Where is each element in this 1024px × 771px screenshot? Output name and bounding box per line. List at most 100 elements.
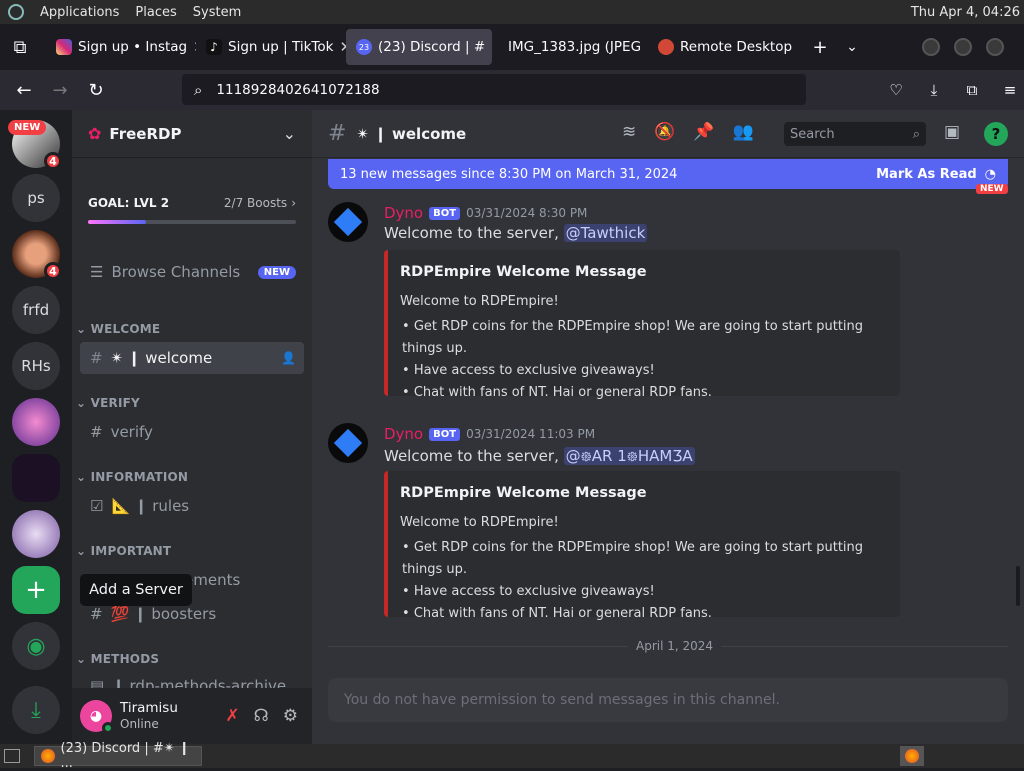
download-icon[interactable]: ⤓ [918, 74, 950, 106]
category-welcome[interactable]: ⌄ WELCOME [76, 322, 160, 336]
channel-rules[interactable]: ☑ 📐 ❙ rules [80, 490, 304, 522]
mute-notifications-icon[interactable]: 🔕 [654, 122, 675, 142]
category-important[interactable]: ⌄ IMPORTANT [76, 544, 171, 558]
member-list-icon[interactable]: 👥 [733, 122, 754, 142]
message-author[interactable]: Dyno [384, 425, 423, 443]
reload-icon[interactable]: ↻ [80, 74, 112, 106]
os-logo-icon[interactable] [8, 4, 24, 20]
add-server-button[interactable]: + [12, 566, 60, 614]
channel-welcome[interactable]: # ✴ ❙ welcome 👤 [80, 342, 304, 374]
headphones-icon[interactable]: ☊ [254, 706, 269, 726]
mark-as-read-button[interactable]: Mark As Read [876, 167, 977, 182]
browser-tab-instagram[interactable]: Sign up • Instag ✕ [46, 29, 196, 65]
boost-count: 2/7 Boosts [223, 196, 288, 210]
list-item-text: Have access to exclusive giveaways! [413, 584, 655, 599]
inbox-icon[interactable]: ▣ [944, 122, 960, 142]
show-desktop-icon[interactable] [4, 749, 20, 763]
boost-goal[interactable]: GOAL: LVL 2 2/7 Boosts › [88, 196, 296, 224]
help-icon[interactable]: ? [984, 122, 1008, 146]
browse-channels-label: Browse Channels [111, 263, 241, 281]
invite-icon[interactable]: 👤 [281, 351, 296, 365]
threads-icon[interactable]: ≋ [622, 122, 636, 142]
server-icon-6[interactable] [12, 398, 60, 446]
server-icon-3[interactable]: 4 [12, 230, 62, 280]
tab-list-icon[interactable]: ⧉ [4, 31, 36, 63]
avatar[interactable] [328, 423, 368, 463]
taskbar-task-discord[interactable]: (23) Discord | #✴ ❙ ... [34, 741, 202, 771]
new-tab-icon[interactable]: + [804, 31, 836, 63]
username[interactable]: Tiramisu [120, 700, 178, 716]
mute-microphone-icon[interactable]: ✗ [225, 706, 239, 726]
window-close-icon[interactable] [986, 38, 1004, 56]
hash-icon: # [90, 423, 103, 441]
category-label: INFORMATION [90, 470, 189, 484]
category-information[interactable]: ⌄ INFORMATION [76, 470, 188, 484]
embed-list: • Get RDP coins for the RDPEmpire shop! … [402, 537, 900, 625]
new-messages-banner[interactable]: 13 new messages since 8:30 PM on March 3… [328, 159, 1008, 189]
message-body: Welcome to the server, [384, 224, 559, 242]
message-composer: You do not have permission to send messa… [328, 678, 1008, 722]
scrollbar-thumb[interactable] [1016, 566, 1020, 606]
tab-label: IMG_1383.jpg (JPEG [508, 39, 642, 55]
os-menu-applications[interactable]: Applications [40, 5, 119, 20]
mention-badge: 4 [44, 262, 62, 280]
hash-icon: # [328, 121, 347, 146]
channel-verify[interactable]: # verify [80, 416, 304, 448]
browse-channels[interactable]: ☰ Browse Channels NEW [80, 256, 304, 288]
message-author[interactable]: Dyno [384, 204, 423, 222]
search-input[interactable]: Search ⌕ [784, 122, 926, 146]
firefox-icon [905, 749, 919, 763]
embed-list: • Get RDP coins for the RDPEmpire shop! … [402, 316, 900, 404]
embed-intro: Welcome to RDPEmpire! [400, 515, 559, 530]
list-item: • Get RDP coins for the RDPEmpire shop! … [402, 540, 864, 577]
server-header[interactable]: ✿ FreeRDP ⌄ [72, 110, 312, 158]
url-bar[interactable]: ⌕ 1118928402641072188 [182, 74, 806, 105]
list-item-text: Get RDP coins for the RDPEmpire shop! We… [402, 540, 864, 577]
workspace-switcher[interactable] [900, 746, 924, 766]
os-menu-places[interactable]: Places [135, 5, 176, 20]
os-menu-system[interactable]: System [193, 5, 241, 20]
avatar[interactable] [328, 202, 368, 242]
menu-icon[interactable]: ≡ [994, 74, 1024, 106]
embed-title: RDPEmpire Welcome Message [400, 485, 647, 501]
download-apps-icon[interactable]: ⤓ [12, 686, 60, 734]
embed-title: RDPEmpire Welcome Message [400, 264, 647, 280]
pocket-icon[interactable]: ♡ [880, 74, 912, 106]
list-item-text: Chat with fans of NT. Hai or general RDP… [413, 606, 712, 621]
back-icon[interactable]: ← [8, 74, 40, 106]
category-verify[interactable]: ⌄ VERIFY [76, 396, 140, 410]
composer-placeholder: You do not have permission to send messa… [344, 692, 780, 708]
pin-icon[interactable]: 📌 [693, 122, 714, 142]
browser-tab-remote-desktop[interactable]: Remote Desktop ✕ [648, 29, 798, 65]
explore-servers-icon[interactable]: ◉ [12, 622, 60, 670]
search-placeholder: Search [790, 126, 835, 142]
user-mention[interactable]: @Tawthick [563, 224, 648, 242]
extensions-icon[interactable]: ⧉ [956, 74, 988, 106]
tab-label: (23) Discord | # [378, 39, 486, 55]
chevron-down-icon[interactable]: ⌄ [836, 31, 868, 63]
avatar[interactable]: ◕ [80, 700, 114, 734]
message-timestamp: 03/31/2024 8:30 PM [466, 206, 588, 220]
mark-read-icon: ◔ [984, 166, 996, 182]
forward-icon[interactable]: → [44, 74, 76, 106]
browser-tab-tiktok[interactable]: ♪ Sign up | TikTok ✕ [196, 29, 346, 65]
category-methods[interactable]: ⌄ METHODS [76, 652, 159, 666]
os-taskbar: (23) Discord | #✴ ❙ ... [0, 741, 1024, 771]
gear-icon[interactable]: ⚙ [283, 706, 298, 726]
os-clock[interactable]: Thu Apr 4, 04:26 [911, 5, 1020, 20]
mention-badge: 4 [44, 152, 62, 170]
bot-badge: BOT [429, 427, 461, 441]
server-icon-8[interactable] [12, 510, 60, 558]
server-icon-ps[interactable]: ps [12, 174, 60, 222]
browser-tab-image[interactable]: IMG_1383.jpg (JPEG ✕ [492, 29, 648, 65]
server-icon-rhs[interactable]: RHs [12, 342, 60, 390]
server-icon-frfd[interactable]: frfd [12, 286, 60, 334]
window-maximize-icon[interactable] [954, 38, 972, 56]
new-divider-pill: NEW [976, 184, 1008, 194]
server-icon-freerdp[interactable] [12, 454, 60, 502]
window-minimize-icon[interactable] [922, 38, 940, 56]
dyno-logo-icon [333, 428, 363, 458]
instagram-icon [56, 39, 72, 55]
user-mention[interactable]: @᪥AR 1᪥HAMƷA [563, 447, 695, 465]
browser-tab-discord[interactable]: 23 (23) Discord | # ✕ [346, 29, 492, 65]
